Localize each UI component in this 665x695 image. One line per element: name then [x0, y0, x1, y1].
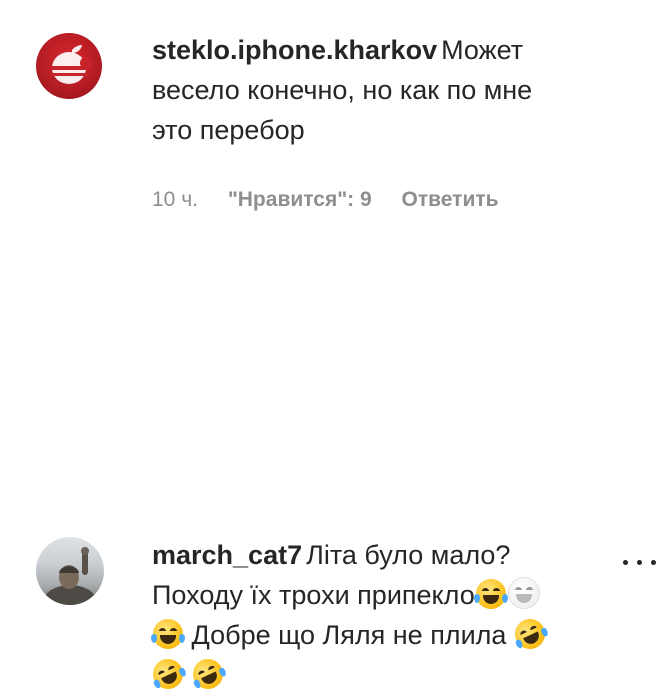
username[interactable]: march_cat7: [152, 540, 302, 570]
comment: march_cat7 Літа було мало? Походу їх трох…: [0, 262, 665, 694]
user-photo-icon: [44, 547, 96, 605]
timestamp: 10 ч.: [152, 188, 198, 211]
rolling-laughing-emoji-icon: [148, 654, 188, 694]
more-options-icon[interactable]: [621, 552, 661, 572]
apple-logo-icon: [50, 45, 92, 84]
username[interactable]: steklo.iphone.kharkov: [152, 35, 437, 65]
avatar[interactable]: [36, 537, 104, 605]
comment-text: march_cat7 Літа було мало? Походу їх трох…: [148, 535, 550, 695]
laughing-emoji-faded-icon: [507, 577, 540, 609]
laughing-emoji-icon: [473, 579, 508, 609]
reply-button[interactable]: Ответить: [402, 188, 499, 211]
rolling-laughing-emoji-icon: [187, 654, 228, 694]
comment-meta: 10 ч. "Нравится": 9 Ответить: [152, 188, 523, 212]
avatar[interactable]: [36, 33, 102, 99]
laughing-emoji-icon: [151, 619, 185, 649]
comment: steklo.iphone.kharkov Может весело конечн…: [0, 0, 665, 250]
comment-text: steklo.iphone.kharkov Может весело конечн…: [152, 35, 533, 145]
rolling-laughing-emoji-icon: [510, 614, 550, 654]
likes-count[interactable]: "Нравится": 9: [228, 188, 372, 211]
